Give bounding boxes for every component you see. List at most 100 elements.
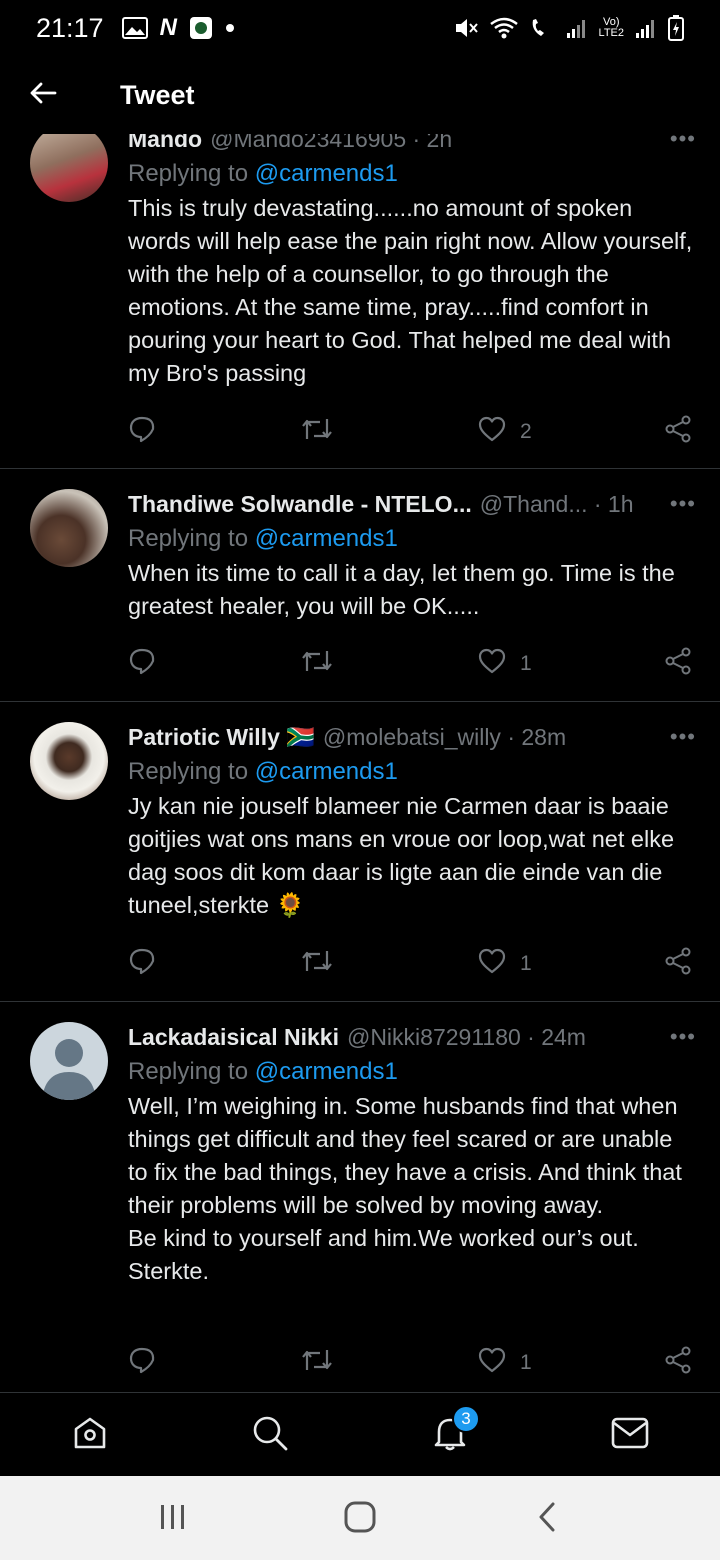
share-icon [664,1346,692,1380]
default-avatar-icon [42,1039,96,1100]
tweet[interactable]: Thandiwe Solwandle - NTELO... @Thand... … [0,469,720,702]
tweet[interactable]: Mando @Mando23416905 · 2h ••• Replying t… [0,134,720,469]
author-handle: @Nikki87291180 · 24m [346,1023,586,1050]
tweet-header: Patriotic Willy 🇿🇦 @molebatsi_willy · 28… [128,720,696,754]
reply-button[interactable] [128,1346,156,1380]
share-icon [664,415,692,449]
tweet[interactable]: Lackadaisical Nikki @Nikki87291180 · 24m… [0,1002,720,1392]
tweet-text: Jy kan nie jouself blameer nie Carmen da… [128,793,681,918]
reply-button[interactable] [128,415,156,449]
replying-to: Replying to @carmends1 [128,754,696,790]
nav-search[interactable] [230,1393,310,1477]
back-system-button[interactable] [522,1494,572,1544]
netflix-icon: N [159,14,177,41]
reply-icon [128,415,156,449]
replying-prefix: Replying to [128,1058,255,1085]
like-icon [478,416,506,448]
tweet-header: Lackadaisical Nikki @Nikki87291180 · 24m… [128,1020,696,1054]
tweet[interactable]: Patriotic Willy 🇿🇦 @molebatsi_willy · 28… [0,702,720,1002]
avatar[interactable] [30,134,108,202]
share-button[interactable] [664,647,692,681]
tweet-header: Thandiwe Solwandle - NTELO... @Thand... … [128,487,696,521]
share-button[interactable] [664,947,692,981]
reply-button[interactable] [128,947,156,981]
author-name[interactable]: Lackadaisical Nikki [128,1024,339,1051]
top-bar: Tweet [0,56,720,134]
author-handle: @molebatsi_willy · 28m [322,723,567,750]
replying-prefix: Replying to [128,758,255,785]
retweet-button[interactable] [300,415,334,449]
author-name[interactable]: Thandiwe Solwandle - NTELO... [128,491,472,518]
more-options-icon[interactable]: ••• [670,134,696,152]
tweet-text: This is truly devastating......no amount… [128,195,699,386]
signal-2-icon [634,17,658,39]
replying-to: Replying to @carmends1 [128,1054,696,1090]
like-button[interactable]: 2 [478,416,532,448]
like-icon [478,948,506,980]
share-icon [664,647,692,681]
share-button[interactable] [664,415,692,449]
nav-notifications[interactable]: 3 [410,1393,490,1477]
retweet-icon [300,1346,334,1380]
share-button[interactable] [664,1346,692,1380]
recent-apps-icon [158,1503,188,1536]
volte-icon: Vo) LTE2 [598,16,624,39]
battery-icon [668,15,684,41]
retweet-icon [300,415,334,449]
tweet-actions: 1 [128,944,696,984]
bottom-navigation: 3 [0,1392,720,1476]
notification-dot-icon [225,23,235,33]
back-chevron-icon [537,1501,557,1538]
tweet-actions: 1 [128,644,696,684]
reply-button[interactable] [128,647,156,681]
reply-icon [128,647,156,681]
like-icon [478,1347,506,1379]
notifications-badge: 3 [452,1405,480,1433]
retweet-icon [300,647,334,681]
mention-link[interactable]: @carmends1 [255,1058,398,1085]
home-icon [72,1415,108,1456]
author-name[interactable]: Mando [128,134,202,153]
more-options-icon[interactable]: ••• [670,1024,696,1050]
app-icon [189,16,213,40]
avatar[interactable] [30,722,108,800]
avatar[interactable] [30,1022,108,1100]
author-name[interactable]: Patriotic Willy 🇿🇦 [128,724,315,751]
reply-icon [128,947,156,981]
mention-link[interactable]: @carmends1 [255,525,398,552]
mention-link[interactable]: @carmends1 [255,758,398,785]
retweet-icon [300,947,334,981]
like-button[interactable]: 1 [478,1347,532,1379]
like-button[interactable]: 1 [478,948,532,980]
wifi-icon [489,16,519,40]
reply-icon [128,1346,156,1380]
more-options-icon[interactable]: ••• [670,491,696,517]
messages-icon [611,1417,649,1454]
author-handle: @Thand... · 1h [479,490,634,517]
tweet-text: When its time to call it a day, let them… [128,560,682,619]
tweet-actions: 1 [128,1343,696,1383]
home-system-button[interactable] [335,1494,385,1544]
like-button[interactable]: 1 [478,648,532,680]
recent-apps-button[interactable] [148,1494,198,1544]
more-options-icon[interactable]: ••• [670,724,696,750]
tweet-text: Well, I’m weighing in. Some husbands fin… [128,1093,682,1284]
replying-prefix: Replying to [128,160,255,187]
back-button[interactable] [0,56,86,134]
replying-to: Replying to @carmends1 [128,156,696,192]
mention-link[interactable]: @carmends1 [255,160,398,187]
retweet-button[interactable] [300,647,334,681]
retweet-button[interactable] [300,947,334,981]
nav-messages[interactable] [590,1393,670,1477]
nav-home[interactable] [50,1393,130,1477]
avatar[interactable] [30,489,108,567]
page-title: Tweet [120,79,195,110]
back-arrow-icon [29,81,57,110]
replying-prefix: Replying to [128,525,255,552]
like-count: 2 [520,420,532,443]
retweet-button[interactable] [300,1346,334,1380]
replying-to: Replying to @carmends1 [128,521,696,557]
reply-feed[interactable]: Mando @Mando23416905 · 2h ••• Replying t… [0,134,720,1392]
author-handle: @Mando23416905 · 2h [210,134,453,152]
like-count: 1 [520,952,532,975]
